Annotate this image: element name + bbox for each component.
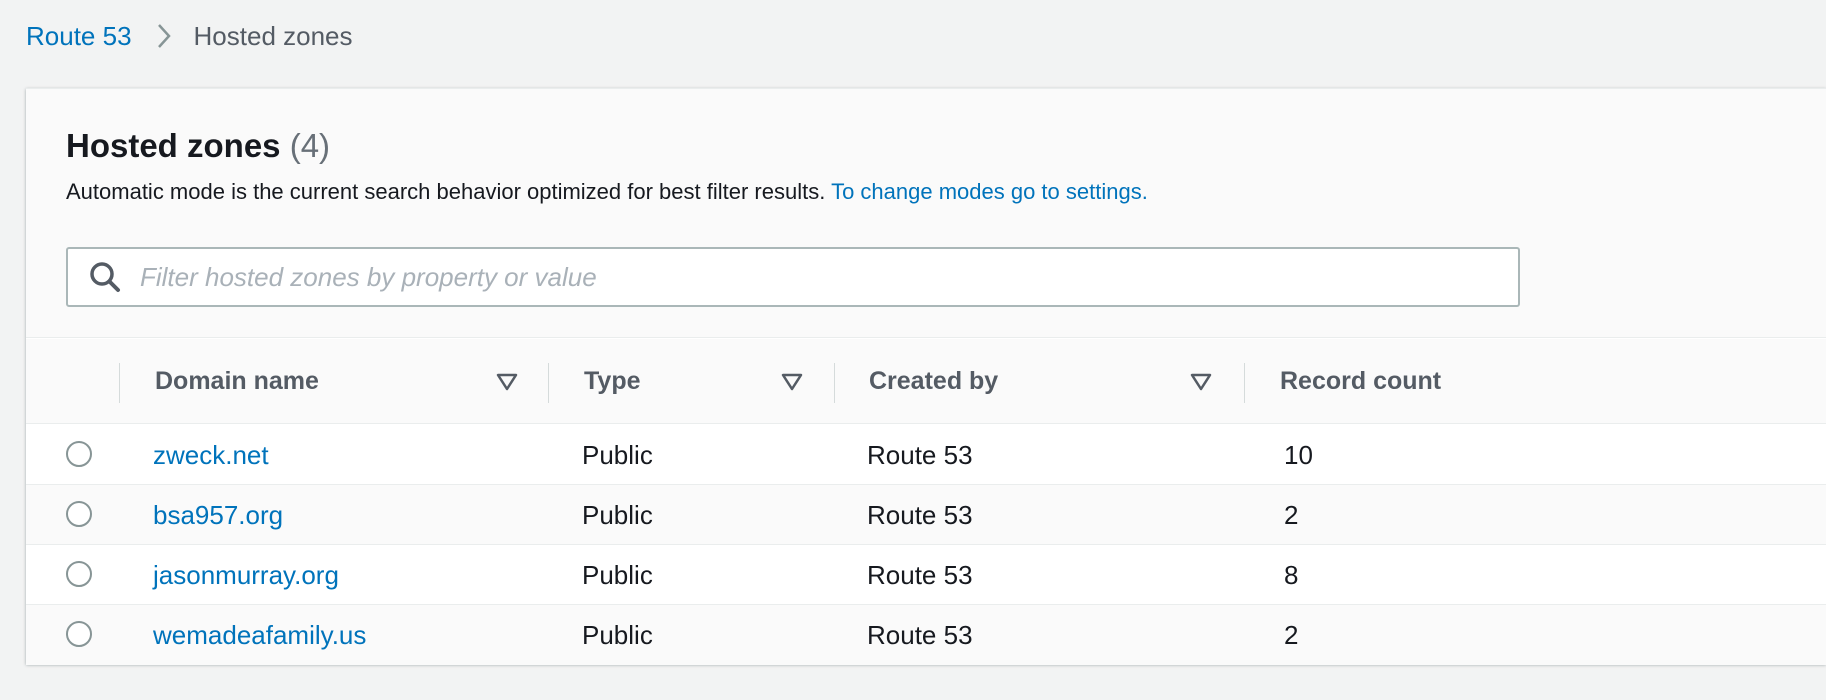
sort-caret-down-icon[interactable]: [496, 373, 518, 391]
sort-caret-down-icon[interactable]: [781, 373, 803, 391]
type-cell: Public: [582, 499, 653, 530]
breadcrumb: Route 53 Hosted zones: [26, 16, 353, 56]
chevron-right-icon: [156, 22, 172, 50]
table-header: Domain name Type Created by Record count: [26, 339, 1826, 424]
created-by-cell: Route 53: [867, 499, 973, 530]
column-divider[interactable]: [834, 363, 835, 403]
search-icon: [88, 260, 122, 294]
settings-link[interactable]: To change modes go to settings.: [831, 179, 1148, 204]
page-title: Hosted zones (4): [66, 127, 330, 165]
column-divider[interactable]: [1244, 363, 1245, 403]
type-cell: Public: [582, 619, 653, 650]
row-select-radio[interactable]: [66, 441, 92, 467]
search-mode-description: Automatic mode is the current search beh…: [66, 179, 1148, 205]
domain-name-link[interactable]: zweck.net: [153, 425, 269, 485]
breadcrumb-current: Hosted zones: [193, 20, 353, 51]
table-row[interactable]: jasonmurray.org Public Route 53 8: [26, 545, 1826, 605]
column-header-domain-name[interactable]: Domain name: [155, 339, 319, 424]
table-row[interactable]: zweck.net Public Route 53 10: [26, 425, 1826, 485]
filter-search-box[interactable]: [66, 247, 1520, 307]
column-header-created-by[interactable]: Created by: [869, 339, 998, 424]
created-by-cell: Route 53: [867, 439, 973, 470]
table-row[interactable]: wemadeafamily.us Public Route 53 2: [26, 605, 1826, 665]
filter-search-input[interactable]: [140, 257, 1440, 297]
title-text: Hosted zones: [66, 127, 281, 164]
record-count-cell: 2: [1284, 619, 1299, 650]
sort-caret-down-icon[interactable]: [1190, 373, 1212, 391]
breadcrumb-route53-link[interactable]: Route 53: [26, 21, 132, 52]
description-text: Automatic mode is the current search beh…: [66, 179, 826, 204]
panel-header: Hosted zones (4) Automatic mode is the c…: [26, 89, 1826, 338]
row-select-radio[interactable]: [66, 621, 92, 647]
column-divider[interactable]: [548, 363, 549, 403]
record-count-cell: 8: [1284, 559, 1299, 590]
record-count-cell: 10: [1284, 439, 1313, 470]
row-select-radio[interactable]: [66, 561, 92, 587]
type-cell: Public: [582, 559, 653, 590]
domain-name-link[interactable]: bsa957.org: [153, 485, 283, 545]
zone-count: (4): [289, 127, 331, 164]
domain-name-link[interactable]: jasonmurray.org: [153, 545, 339, 605]
table-row[interactable]: bsa957.org Public Route 53 2: [26, 485, 1826, 545]
created-by-cell: Route 53: [867, 559, 973, 590]
record-count-cell: 2: [1284, 499, 1299, 530]
column-header-record-count[interactable]: Record count: [1280, 339, 1441, 424]
row-select-radio[interactable]: [66, 501, 92, 527]
type-cell: Public: [582, 439, 653, 470]
domain-name-link[interactable]: wemadeafamily.us: [153, 605, 366, 665]
hosted-zones-panel: Hosted zones (4) Automatic mode is the c…: [26, 88, 1826, 665]
created-by-cell: Route 53: [867, 619, 973, 650]
column-header-type[interactable]: Type: [584, 339, 641, 424]
column-divider: [119, 363, 120, 403]
